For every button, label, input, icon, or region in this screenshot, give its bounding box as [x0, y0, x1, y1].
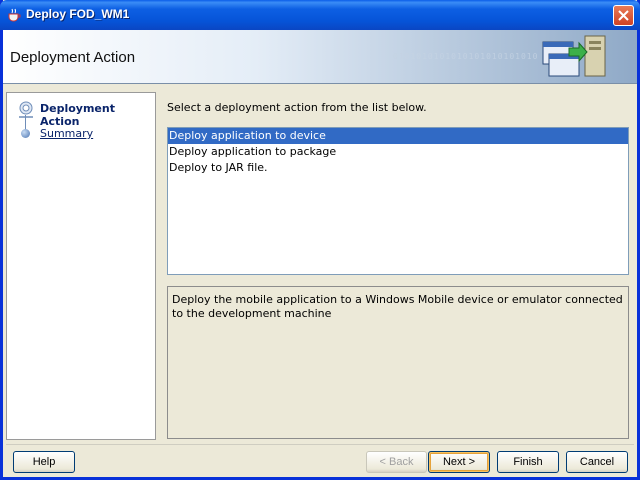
help-button[interactable]: Help: [13, 451, 75, 473]
close-button[interactable]: [613, 5, 634, 26]
action-description: Deploy the mobile application to a Windo…: [167, 286, 629, 439]
window-title: Deploy FOD_WM1: [26, 7, 130, 21]
step-dot-icon: [21, 129, 30, 138]
binary-decoration: 0101010101010101010101010: [393, 52, 539, 61]
instruction-text: Select a deployment action from the list…: [167, 101, 427, 114]
cancel-button[interactable]: Cancel: [566, 451, 628, 473]
deploy-graphic-icon: [539, 34, 611, 83]
nav-item-summary[interactable]: Summary: [40, 127, 93, 140]
current-step-icon: [17, 101, 35, 122]
nav-item-deployment-action[interactable]: Deployment Action: [40, 102, 155, 128]
header-banner: Deployment Action 0101010101010101010101…: [3, 30, 637, 84]
close-icon: [618, 10, 629, 21]
finish-button[interactable]: Finish: [497, 451, 559, 473]
list-item-deploy-package[interactable]: Deploy application to package: [168, 144, 628, 160]
wizard-nav: Deployment Action Summary: [6, 92, 156, 440]
action-list[interactable]: Deploy application to device Deploy appl…: [167, 127, 629, 275]
title-bar[interactable]: Deploy FOD_WM1: [0, 0, 640, 30]
page-title: Deployment Action: [10, 49, 136, 66]
list-item-deploy-jar[interactable]: Deploy to JAR file.: [168, 160, 628, 176]
dialog-window: Deploy FOD_WM1 Deployment Action 0101010…: [0, 0, 640, 480]
list-item-deploy-device[interactable]: Deploy application to device: [168, 128, 628, 144]
back-button[interactable]: < Back: [366, 451, 427, 473]
next-button[interactable]: Next >: [428, 451, 490, 473]
java-cup-icon: [6, 7, 22, 23]
footer-divider: [6, 444, 634, 445]
